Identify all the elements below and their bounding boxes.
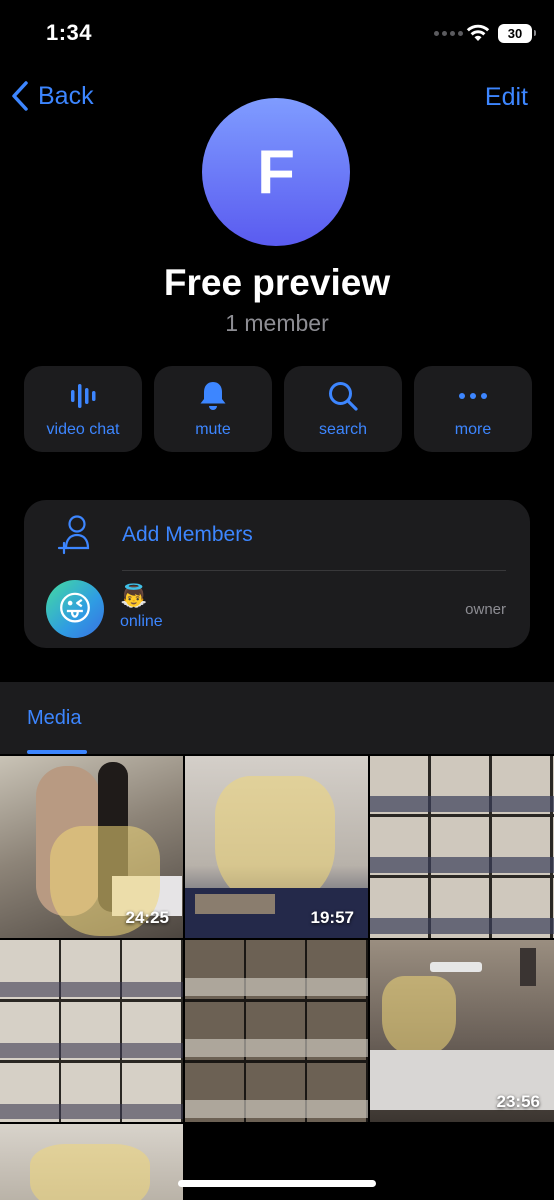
video-duration: 23:56	[496, 1092, 540, 1111]
video-chat-label: video chat	[46, 421, 120, 438]
tab-indicator	[27, 750, 87, 754]
group-info-screen: 1:34 30 Back Edit F Free preview 1 membe…	[0, 0, 554, 1200]
member-role-badge: owner	[465, 601, 506, 618]
add-members-button[interactable]: Add Members	[24, 500, 530, 570]
action-bar: video chat mute search more	[24, 366, 532, 452]
status-bar: 1:34 30	[0, 0, 554, 64]
cellular-signal-icon	[434, 31, 463, 36]
add-person-icon	[57, 515, 90, 555]
video-duration: 24:25	[125, 908, 169, 927]
back-button[interactable]: Back	[10, 80, 94, 112]
wifi-icon	[466, 24, 490, 41]
media-thumbnail[interactable]	[185, 940, 368, 1122]
media-tabs: Media	[0, 682, 554, 754]
members-card: Add Members 😜 👼 online owner	[24, 500, 530, 648]
group-avatar[interactable]: F	[202, 98, 350, 246]
media-thumbnail[interactable]: 24:25	[0, 756, 183, 938]
magnifier-icon	[329, 382, 358, 411]
tab-media[interactable]: Media	[27, 707, 81, 730]
media-thumbnail[interactable]: 23:56	[370, 940, 554, 1122]
video-duration: 19:57	[310, 908, 354, 927]
media-thumbnail[interactable]	[370, 756, 554, 938]
member-avatar: 😜	[46, 580, 104, 638]
chevron-left-icon	[12, 81, 28, 111]
more-button[interactable]: more	[414, 366, 532, 452]
voice-waves-icon	[71, 384, 96, 408]
ellipsis-icon	[459, 393, 487, 399]
search-button[interactable]: search	[284, 366, 402, 452]
media-thumbnail[interactable]	[0, 1124, 183, 1200]
member-row[interactable]: 😜 👼 online owner	[24, 571, 530, 648]
battery-icon: 30	[498, 24, 536, 43]
media-thumbnail[interactable]: 19:57	[185, 756, 368, 938]
video-chat-button[interactable]: video chat	[24, 366, 142, 452]
status-time: 1:34	[46, 20, 93, 45]
back-label: Back	[38, 81, 94, 110]
more-label: more	[454, 421, 492, 438]
search-label: search	[318, 421, 368, 438]
media-thumbnail[interactable]	[0, 940, 183, 1122]
add-members-label: Add Members	[122, 523, 253, 546]
bell-icon	[200, 382, 226, 410]
edit-button[interactable]: Edit	[485, 83, 528, 112]
home-indicator[interactable]	[178, 1180, 376, 1187]
group-title: Free preview	[163, 262, 391, 303]
member-name: 👼	[120, 583, 148, 608]
member-status: online	[120, 613, 163, 630]
mute-button[interactable]: mute	[154, 366, 272, 452]
mute-label: mute	[195, 421, 231, 438]
member-count: 1 member	[225, 310, 329, 336]
